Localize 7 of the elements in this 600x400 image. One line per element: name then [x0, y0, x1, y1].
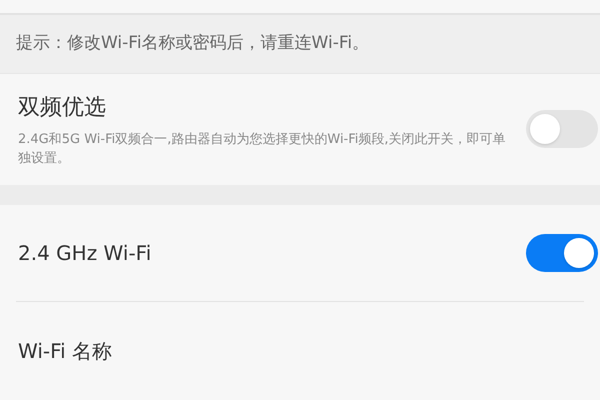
toggle-switch[interactable]: [526, 110, 598, 148]
setting-description: 2.4G和5G Wi-Fi双频合一,路由器自动为您选择更快的Wi-Fi频段,关闭此开关，即可单独设置。: [18, 130, 507, 168]
setting-label: Wi-Fi 名称: [18, 338, 112, 365]
hint-text: 提示：修改Wi-Fi名称或密码后，请重连Wi-Fi。: [16, 32, 370, 55]
setting-label: 2.4 GHz Wi-Fi: [18, 240, 152, 267]
toggle-switch[interactable]: [526, 234, 598, 272]
setting-title: 双频优选: [18, 94, 107, 122]
